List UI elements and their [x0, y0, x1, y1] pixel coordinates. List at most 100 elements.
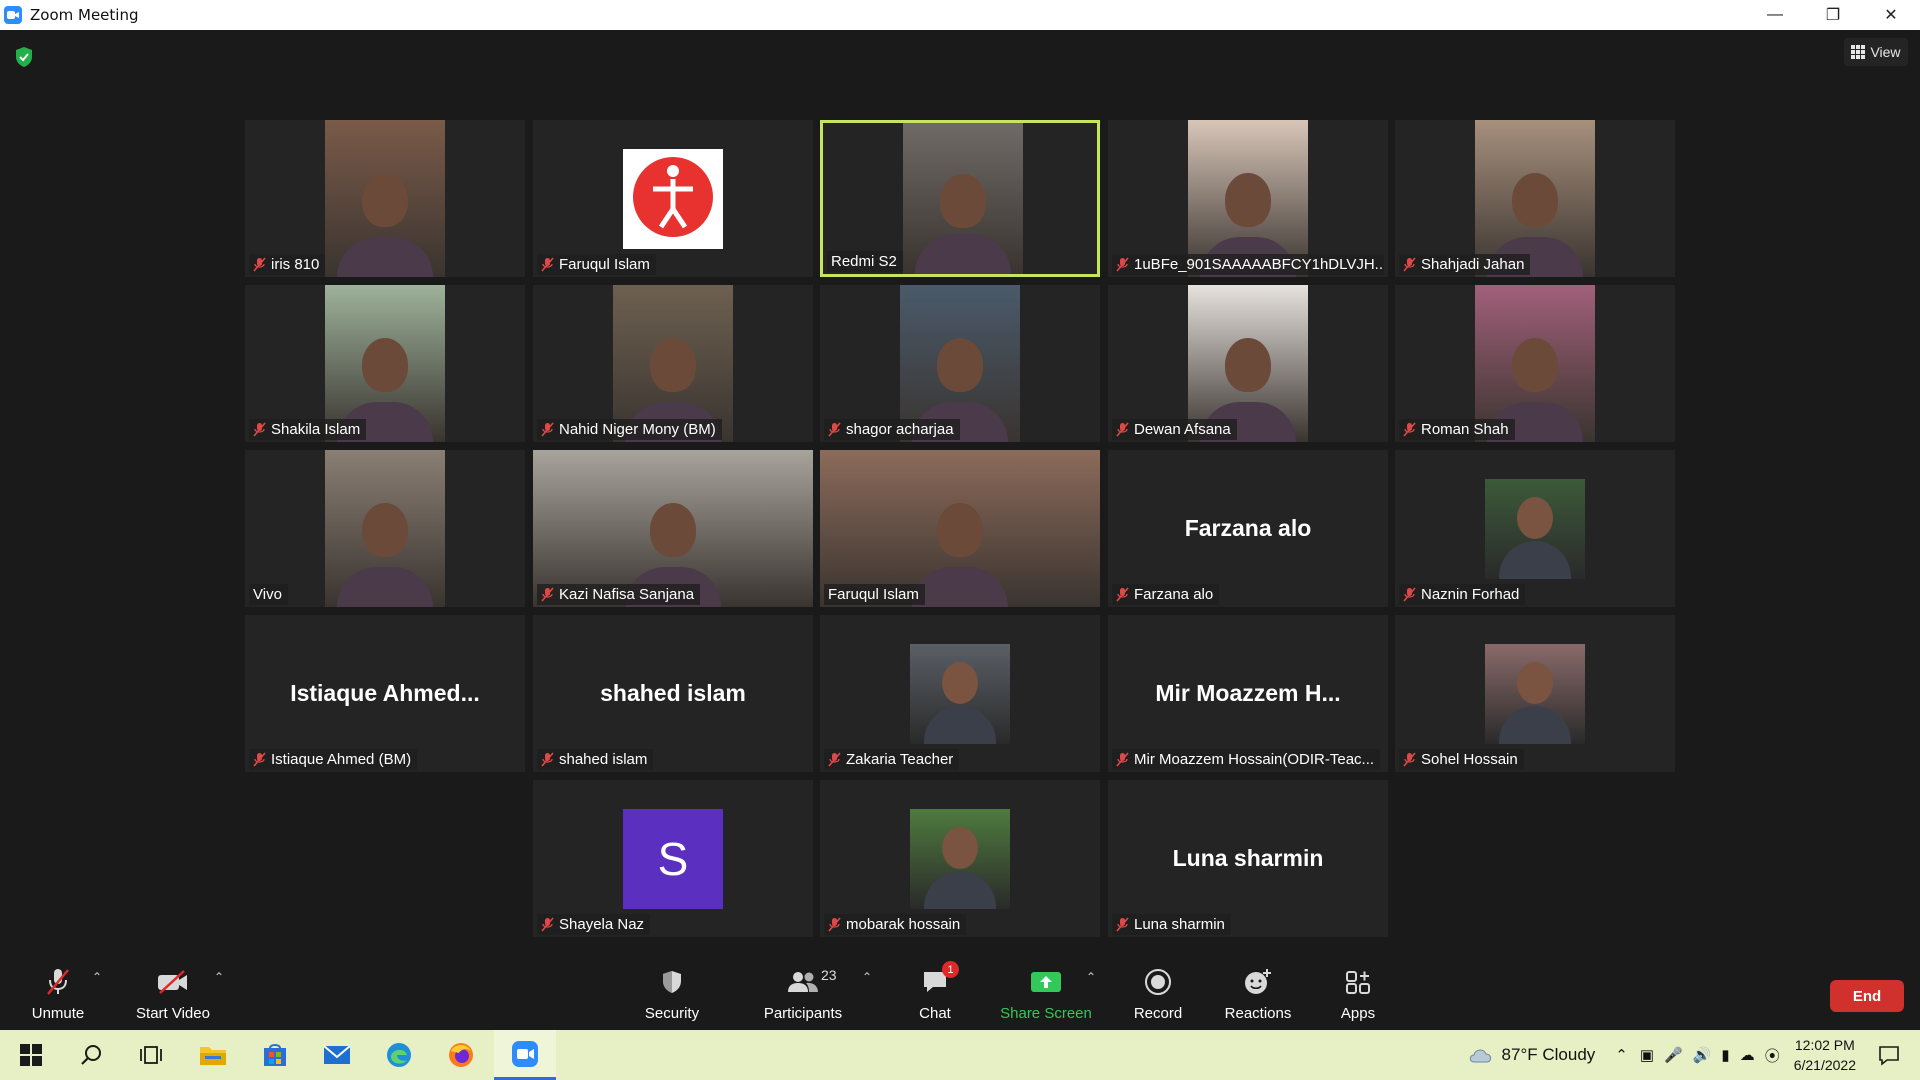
- participant-tile[interactable]: Redmi S2: [820, 120, 1100, 277]
- firefox-button[interactable]: [430, 1030, 492, 1080]
- participant-tile[interactable]: Faruqul Islam: [533, 120, 813, 277]
- share-screen-button[interactable]: Share Screen: [996, 940, 1096, 1030]
- security-label: Security: [644, 1005, 700, 1022]
- muted-mic-icon: [1403, 422, 1416, 437]
- security-shield-icon: [663, 971, 681, 993]
- minimize-button[interactable]: —: [1746, 0, 1804, 30]
- participant-tile[interactable]: 1uBFe_901SAAAAABFCY1hDLVJH...: [1108, 120, 1388, 277]
- notifications-icon[interactable]: [1878, 1044, 1900, 1066]
- file-explorer-button[interactable]: [182, 1030, 244, 1080]
- window-title: Zoom Meeting: [30, 6, 139, 24]
- mail-button[interactable]: [306, 1030, 368, 1080]
- participant-name: Dewan Afsana: [1134, 421, 1231, 438]
- record-button[interactable]: Record: [1128, 940, 1188, 1030]
- apps-button[interactable]: Apps: [1330, 940, 1386, 1030]
- onedrive-icon[interactable]: ☁: [1740, 1046, 1755, 1064]
- store-button[interactable]: [244, 1030, 306, 1080]
- show-hidden-icons-button[interactable]: ⌃: [1615, 1046, 1628, 1064]
- security-button[interactable]: Security: [640, 940, 704, 1030]
- participants-button[interactable]: 23 Participants: [758, 940, 848, 1030]
- reactions-button[interactable]: Reactions: [1222, 940, 1294, 1030]
- windows-taskbar: 87°F Cloudy ⌃ ▣ 🎤 🔊 ▮ ☁ ⦿ 12:02 PM 6/21/…: [0, 1030, 1920, 1080]
- close-button[interactable]: ✕: [1862, 0, 1920, 30]
- profile-photo: [910, 809, 1010, 909]
- person-silhouette: [650, 503, 696, 558]
- participant-tile[interactable]: Luna sharmin Luna sharmin: [1108, 780, 1388, 937]
- microphone-icon[interactable]: 🎤: [1664, 1046, 1683, 1064]
- participant-tile[interactable]: Dewan Afsana: [1108, 285, 1388, 442]
- start-video-button[interactable]: Start Video: [130, 940, 216, 1030]
- participant-name: Istiaque Ahmed (BM): [271, 751, 412, 768]
- participant-tile[interactable]: Farzana alo Farzana alo: [1108, 450, 1388, 607]
- person-shoulders: [337, 567, 433, 607]
- end-meeting-button[interactable]: End: [1830, 980, 1904, 1012]
- muted-mic-icon: [541, 917, 554, 932]
- clock[interactable]: 12:02 PM 6/21/2022: [1794, 1035, 1856, 1075]
- participant-name: Mir Moazzem Hossain(ODIR-Teac...: [1134, 751, 1375, 768]
- participant-tile[interactable]: Vivo: [245, 450, 525, 607]
- participant-name: Roman Shah: [1421, 421, 1509, 438]
- muted-mic-icon: [1116, 752, 1129, 767]
- participant-tile[interactable]: S Shayela Naz: [533, 780, 813, 937]
- meet-now-icon[interactable]: ▣: [1640, 1046, 1654, 1064]
- participant-tile[interactable]: shagor acharjaa: [820, 285, 1100, 442]
- chat-button[interactable]: 1 Chat: [910, 940, 960, 1030]
- participant-tile[interactable]: Roman Shah: [1395, 285, 1675, 442]
- muted-mic-icon: [1403, 257, 1416, 272]
- participants-options-caret[interactable]: ⌃: [862, 970, 872, 984]
- participant-tile[interactable]: Naznin Forhad: [1395, 450, 1675, 607]
- unmute-button[interactable]: Unmute: [22, 940, 94, 1030]
- zoom-taskbar-button[interactable]: [494, 1030, 556, 1080]
- participant-tile[interactable]: iris 810: [245, 120, 525, 277]
- participant-name-label: Nahid Niger Mony (BM): [537, 419, 722, 440]
- participant-tile[interactable]: Kazi Nafisa Sanjana: [533, 450, 813, 607]
- person-silhouette: [362, 338, 408, 393]
- participant-name: shagor acharjaa: [846, 421, 954, 438]
- share-options-caret[interactable]: ⌃: [1086, 970, 1096, 984]
- muted-mic-icon: [253, 752, 266, 767]
- participant-tile[interactable]: Zakaria Teacher: [820, 615, 1100, 772]
- search-button[interactable]: [60, 1030, 122, 1080]
- participant-tile[interactable]: mobarak hossain: [820, 780, 1100, 937]
- participant-name: Farzana alo: [1134, 586, 1214, 603]
- task-view-icon: [140, 1046, 162, 1064]
- participant-tile[interactable]: Shakila Islam: [245, 285, 525, 442]
- participant-name-label: Farzana alo: [1112, 584, 1220, 605]
- video-options-caret[interactable]: ⌃: [214, 970, 224, 984]
- participant-tile[interactable]: Faruqul Islam: [820, 450, 1100, 607]
- participant-name: Kazi Nafisa Sanjana: [559, 586, 695, 603]
- meeting-area: View iris 810 Faruqul Islam Redmi S2 1uBFe_…: [0, 30, 1920, 1030]
- participant-name: Faruqul Islam: [559, 256, 650, 273]
- participant-name-label: Vivo: [249, 584, 288, 605]
- start-video-label: Start Video: [136, 1005, 210, 1022]
- wifi-icon[interactable]: ⦿: [1765, 1045, 1780, 1066]
- edge-button[interactable]: [368, 1030, 430, 1080]
- restore-button[interactable]: ❐: [1804, 0, 1862, 30]
- participant-name: Redmi S2: [831, 253, 897, 270]
- special-olympics-logo: [623, 149, 723, 249]
- participant-tile[interactable]: Nahid Niger Mony (BM): [533, 285, 813, 442]
- participant-name-label: Roman Shah: [1399, 419, 1515, 440]
- participant-tile[interactable]: Mir Moazzem H... Mir Moazzem Hossain(ODIR…: [1108, 615, 1388, 772]
- title-bar: Zoom Meeting — ❐ ✕: [0, 0, 1920, 30]
- audio-options-caret[interactable]: ⌃: [92, 970, 102, 984]
- video-off-icon: [158, 970, 187, 994]
- chat-label: Chat: [919, 1005, 951, 1022]
- participant-tile[interactable]: Istiaque Ahmed... Istiaque Ahmed (BM): [245, 615, 525, 772]
- muted-mic-icon: [1116, 587, 1129, 602]
- task-view-button[interactable]: [120, 1030, 182, 1080]
- participant-video: [325, 450, 445, 607]
- muted-mic-icon: [1116, 257, 1129, 272]
- muted-mic-icon: [1116, 917, 1129, 932]
- battery-icon[interactable]: ▮: [1721, 1046, 1729, 1064]
- start-button[interactable]: [0, 1030, 62, 1080]
- participant-tile[interactable]: Sohel Hossain: [1395, 615, 1675, 772]
- participant-tile[interactable]: shahed islam shahed islam: [533, 615, 813, 772]
- volume-icon[interactable]: 🔊: [1693, 1046, 1712, 1064]
- weather-text[interactable]: 87°F Cloudy: [1502, 1045, 1596, 1065]
- profile-photo: [910, 644, 1010, 744]
- participant-name-label: 1uBFe_901SAAAAABFCY1hDLVJH...: [1112, 254, 1384, 275]
- participant-tile[interactable]: Shahjadi Jahan: [1395, 120, 1675, 277]
- participant-name: Naznin Forhad: [1421, 586, 1520, 603]
- muted-mic-icon: [253, 422, 266, 437]
